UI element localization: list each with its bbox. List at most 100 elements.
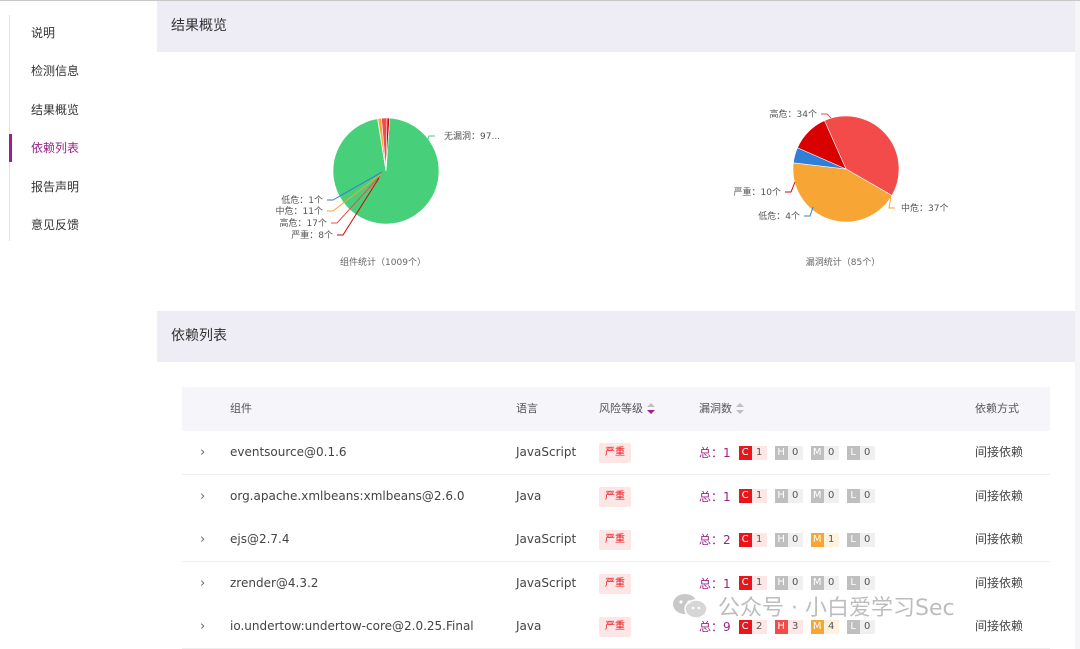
severity-count: 0 [787, 532, 803, 547]
component-language: Java [516, 619, 542, 633]
vuln-counts: 总：1 C 1 H 0 M 0 L 0 [699, 475, 883, 518]
risk-badge: 严重 [599, 443, 631, 463]
expand-chevron-icon[interactable]: › [200, 431, 205, 474]
pie-slice-label: 中危：37个 [901, 202, 948, 214]
severity-count: 1 [751, 445, 767, 460]
vuln-tag-m: M0 [810, 445, 839, 460]
component-language: Java [516, 488, 542, 503]
severity-letter: M [810, 445, 824, 460]
vuln-tag-h: H0 [774, 532, 803, 547]
severity-count: 0 [859, 489, 875, 503]
pie-slice-label: 低危：4个 [758, 210, 800, 222]
risk-badge: 严重 [599, 573, 631, 594]
severity-count: 0 [787, 445, 803, 460]
sidebar-item-overview[interactable]: 结果概览 [9, 98, 149, 122]
vuln-total: 总：1 [699, 446, 731, 460]
sort-icon[interactable] [736, 403, 744, 415]
vuln-tag-l: L0 [846, 445, 875, 460]
vuln-tag-m: M0 [810, 489, 839, 503]
table-row[interactable]: › ejs@2.7.4 JavaScript 严重 总：2 C 1 H 0 M 1 L 0 间接依赖 [182, 518, 1050, 562]
sidebar-item-detection-info[interactable]: 检测信息 [9, 59, 149, 83]
severity-letter: C [738, 445, 752, 460]
vuln-counts: 总：2 C 1 H 0 M 1 L 0 [699, 518, 883, 561]
vuln-tag-l: L0 [846, 532, 875, 547]
overview-section-title: 结果概览 [157, 1, 1075, 52]
watermark-text: 公众号 · 小白爱学习Sec [718, 596, 955, 621]
vuln-tag-c: C1 [738, 489, 767, 503]
severity-count: 0 [823, 489, 839, 503]
sidebar-item-feedback[interactable]: 意见反馈 [9, 213, 149, 237]
severity-letter: M [810, 489, 824, 503]
pie-slice-label: 低危：1个 [281, 194, 323, 206]
risk-badge: 严重 [599, 486, 631, 507]
header-language: 语言 [516, 402, 538, 415]
severity-letter: C [738, 532, 752, 547]
sort-icon[interactable] [647, 403, 655, 415]
header-dep-type: 依赖方式 [975, 402, 1019, 415]
component-language: JavaScript [516, 445, 577, 459]
severity-count: 1 [751, 532, 767, 547]
dependency-type: 间接依赖 [975, 619, 1024, 633]
pie-slice-label: 中危：11个 [276, 205, 323, 217]
severity-letter: L [846, 532, 860, 547]
component-name: org.apache.xmlbeans:xmlbeans@2.6.0 [230, 488, 465, 503]
watermark: 公众号 · 小白爱学习Sec [670, 588, 955, 624]
severity-letter: H [774, 532, 788, 547]
pie-slice-label: 高危：17个 [280, 217, 327, 229]
severity-letter: L [846, 489, 860, 503]
pie-slice-label: 严重：10个 [734, 186, 781, 198]
severity-count: 0 [859, 532, 875, 547]
severity-letter: C [738, 489, 752, 503]
pie-label-line [785, 181, 796, 193]
expand-chevron-icon[interactable]: › [200, 475, 205, 518]
dependency-type: 间接依赖 [975, 575, 1024, 590]
vuln-tag-m: M1 [810, 532, 839, 547]
header-vulns-label: 漏洞数 [699, 402, 732, 415]
component-language: JavaScript [516, 575, 577, 590]
table-row[interactable]: › org.apache.xmlbeans:xmlbeans@2.6.0 Java 严… [182, 474, 1050, 519]
header-vulns[interactable]: 漏洞数 [699, 387, 744, 431]
component-name: zrender@4.3.2 [230, 575, 319, 590]
expand-chevron-icon[interactable]: › [200, 518, 205, 561]
pie-slice-label: 无漏洞：97... [444, 130, 500, 142]
vuln-total: 总：2 [699, 533, 731, 547]
vuln-tag-h: H0 [774, 489, 803, 503]
pie-slice-label: 高危：34个 [770, 108, 817, 120]
risk-badge: 严重 [599, 617, 631, 637]
sidebar-item-intro[interactable]: 说明 [9, 21, 149, 45]
dependency-type: 间接依赖 [975, 445, 1024, 459]
vuln-total: 总：1 [699, 489, 731, 504]
wechat-icon [673, 594, 708, 619]
dependency-type: 间接依赖 [975, 532, 1024, 546]
severity-count: 1 [823, 532, 839, 547]
table-row[interactable]: › eventsource@0.1.6 JavaScript 严重 总：1 C 1 H 0 M 0 L… [182, 431, 1050, 475]
vuln-tag-h: H0 [774, 445, 803, 460]
sidebar-item-report-statement[interactable]: 报告声明 [9, 175, 149, 199]
severity-count: 0 [859, 445, 875, 460]
pie-label-line [821, 113, 832, 119]
header-risk-label: 风险等级 [599, 402, 643, 415]
severity-count: 0 [787, 489, 803, 503]
severity-count: 1 [751, 489, 767, 503]
overview-panel: 无漏洞：97... 低危：1个 中危：11个 高危：17个 严重：8个组件统计（1009… [157, 52, 1075, 311]
table-header: 组件 语言 风险等级 漏洞数 依赖方式 [182, 387, 1050, 431]
sidebar-rail [9, 15, 10, 241]
expand-chevron-icon[interactable]: › [200, 605, 205, 648]
component-name: io.undertow:undertow-core@2.0.25.Final [230, 619, 474, 633]
chart-title: 漏洞统计（85个） [806, 256, 880, 268]
component-name: ejs@2.7.4 [230, 532, 290, 546]
chart-title: 组件统计（1009个） [340, 256, 426, 268]
severity-count: 0 [823, 445, 839, 460]
pie-slice-label: 严重：8个 [291, 229, 333, 241]
header-risk[interactable]: 风险等级 [599, 387, 655, 431]
sidebar-item-dependency-list[interactable]: 依赖列表 [9, 134, 149, 162]
component-name: eventsource@0.1.6 [230, 445, 347, 459]
vuln-counts: 总：1 C 1 H 0 M 0 L 0 [699, 431, 883, 474]
header-component: 组件 [230, 402, 252, 415]
dependency-section-title: 依赖列表 [157, 311, 1075, 362]
vuln-tag-c: C1 [738, 532, 767, 547]
severity-letter: L [846, 445, 860, 460]
risk-badge: 严重 [599, 530, 631, 550]
severity-letter: H [774, 445, 788, 460]
expand-chevron-icon[interactable]: › [200, 562, 205, 605]
